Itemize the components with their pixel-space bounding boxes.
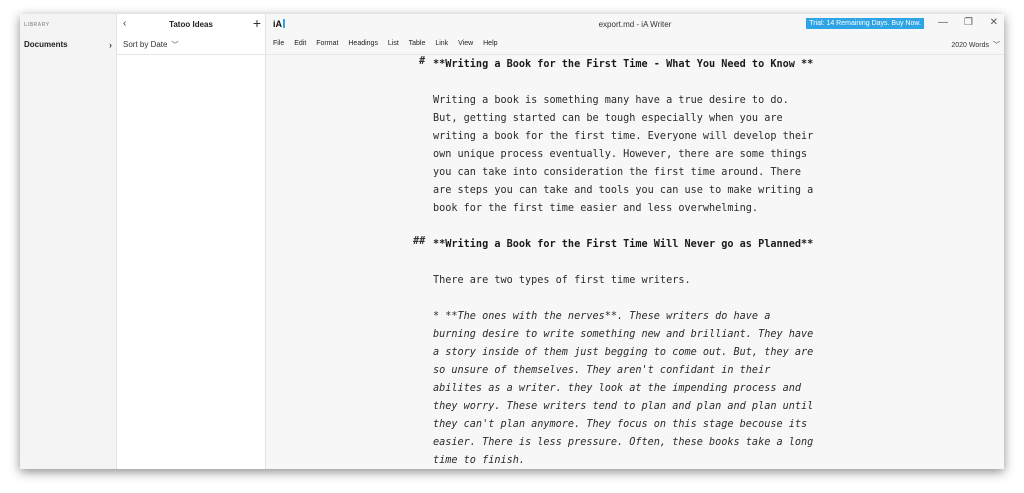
chevron-down-icon: ﹀ — [993, 42, 1000, 49]
new-file-plus-icon[interactable]: + — [253, 15, 261, 31]
title-bar: iA export.md - iA Writer Trial: 14 Remai… — [266, 14, 1004, 36]
menu-edit[interactable]: Edit — [294, 40, 306, 47]
bullet-line: time to finish. — [433, 455, 526, 466]
menu-file[interactable]: File — [273, 40, 284, 47]
paragraph-line: book for the first time easier and less … — [433, 203, 759, 214]
close-icon[interactable]: ✕ — [990, 17, 998, 28]
h2-marker: ## — [413, 236, 426, 247]
paragraph-line: are steps you can take and tools you can… — [433, 185, 814, 196]
sort-label: Sort by Date — [123, 40, 168, 49]
divider — [117, 54, 265, 55]
heading-1: **Writing a Book for the First Time - Wh… — [433, 59, 814, 70]
file-list-pane: ‹ Tatoo Ideas + Sort by Date ﹀ — [117, 14, 266, 469]
bullet-line: they worry. These writers tend to plan a… — [433, 401, 814, 412]
bullet-line: burning desire to write something new an… — [433, 329, 814, 340]
menu-headings[interactable]: Headings — [348, 40, 378, 47]
paragraph-line: own unique process eventually. However, … — [433, 149, 808, 160]
editor-pane: iA export.md - iA Writer Trial: 14 Remai… — [266, 14, 1004, 469]
chevron-down-icon: ﹀ — [171, 42, 179, 49]
library-item-documents[interactable]: Documents › — [24, 38, 112, 52]
menu-format[interactable]: Format — [316, 40, 338, 47]
paragraph-line: There are two types of first time writer… — [433, 275, 691, 286]
folder-title: Tatoo Ideas — [169, 20, 213, 29]
restore-icon[interactable]: ❐ — [964, 17, 973, 28]
app-window: LIBRARY Documents › ‹ Tatoo Ideas + Sort… — [20, 14, 1004, 469]
library-sidebar: LIBRARY Documents › — [20, 14, 117, 469]
trial-buy-button[interactable]: Trial: 14 Remaining Days. Buy Now. — [806, 18, 924, 29]
library-header: LIBRARY — [24, 22, 50, 28]
bullet-line: easier. There is less pressure. Often, t… — [433, 437, 814, 448]
file-list-header: ‹ Tatoo Ideas + — [117, 14, 265, 36]
heading-2: **Writing a Book for the First Time Will… — [433, 239, 814, 250]
library-item-label: Documents — [24, 40, 68, 49]
paragraph-line: you can take into consideration the firs… — [433, 167, 802, 178]
bullet-line: they can't plan anymore. They focus on t… — [433, 419, 808, 430]
menu-help[interactable]: Help — [483, 40, 497, 47]
h1-marker: # — [419, 56, 426, 67]
word-count: 2020 Words — [951, 42, 989, 49]
paragraph-line: Writing a book is something many have a … — [433, 95, 789, 106]
menu-table[interactable]: Table — [409, 40, 426, 47]
menu-link[interactable]: Link — [435, 40, 448, 47]
paragraph-line: But, getting started can be tough especi… — [433, 113, 783, 124]
menu-bar: File Edit Format Headings List Table Lin… — [266, 36, 1004, 55]
sort-dropdown[interactable]: Sort by Date ﹀ — [123, 38, 178, 52]
document-text-area[interactable]: # **Writing a Book for the First Time - … — [413, 54, 853, 469]
chevron-right-icon: › — [109, 40, 112, 50]
bullet-line: so unsure of themselves. They aren't con… — [433, 365, 771, 376]
minimize-icon[interactable]: — — [938, 17, 948, 28]
word-count-dropdown[interactable]: 2020 Words ﹀ — [951, 40, 1000, 50]
paragraph-line: writing a book for the first time. Every… — [433, 131, 814, 142]
bullet-line: abilites as a writer. they look at the i… — [433, 383, 802, 394]
menu: File Edit Format Headings List Table Lin… — [273, 40, 506, 47]
bullet-line: * **The ones with the nerves**. These wr… — [433, 311, 771, 322]
bullet-line: a story inside of them just begging to c… — [433, 347, 814, 358]
menu-list[interactable]: List — [388, 40, 399, 47]
menu-view[interactable]: View — [458, 40, 473, 47]
